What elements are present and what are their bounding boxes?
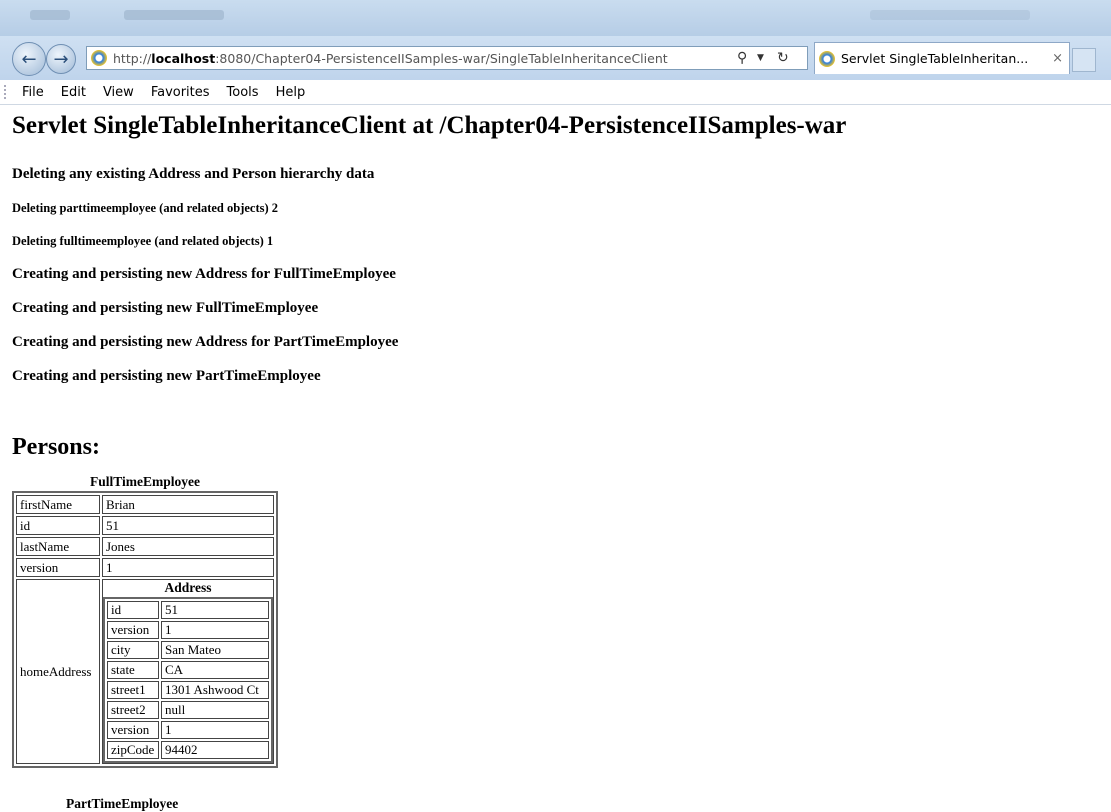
key-cell: firstName	[16, 495, 100, 514]
page-title: Servlet SingleTableInheritanceClient at …	[12, 112, 847, 139]
back-button[interactable]: ←	[12, 42, 46, 76]
part-time-employee-caption: PartTimeEmployee	[66, 796, 179, 811]
address-bar[interactable]: http://localhost:8080/Chapter04-Persiste…	[86, 46, 808, 70]
value-cell: null	[161, 701, 269, 719]
menu-help[interactable]: Help	[274, 85, 308, 100]
key-cell: state	[107, 661, 159, 679]
table-row: state CA	[107, 661, 269, 679]
log-message: Deleting any existing Address and Person…	[12, 166, 375, 182]
table-row: id 51	[16, 516, 274, 535]
key-cell: id	[107, 601, 159, 619]
table-row: id 51	[107, 601, 269, 619]
close-icon[interactable]: ×	[1046, 51, 1069, 66]
window-title	[124, 10, 224, 20]
tab-title: Servlet SingleTableInheritan...	[841, 51, 1029, 66]
browser-tab[interactable]: Servlet SingleTableInheritan... ×	[814, 42, 1070, 74]
forward-arrow-icon: →	[53, 48, 69, 70]
navigation-bar: ← → http://localhost:8080/Chapter04-Pers…	[0, 36, 1111, 80]
url-host: localhost	[151, 50, 216, 66]
key-cell: street2	[107, 701, 159, 719]
table-row: firstName Brian	[16, 495, 274, 514]
value-cell: San Mateo	[161, 641, 269, 659]
key-cell: homeAddress	[16, 579, 100, 764]
window-title-bar	[0, 0, 1111, 36]
value-cell: 51	[102, 516, 274, 535]
value-cell: 1301 Ashwood Ct	[161, 681, 269, 699]
table-row: homeAddress Address id 51 version 1 city Sa…	[16, 579, 274, 764]
refresh-icon[interactable]: ↻	[777, 47, 789, 69]
key-cell: city	[107, 641, 159, 659]
value-cell: 51	[161, 601, 269, 619]
menu-edit[interactable]: Edit	[59, 85, 88, 100]
key-cell: version	[16, 558, 100, 577]
persons-heading: Persons:	[12, 434, 100, 460]
key-cell: id	[16, 516, 100, 535]
log-message: Creating and persisting new FullTimeEmpl…	[12, 300, 319, 316]
log-message: Deleting parttimeemployee (and related o…	[12, 201, 279, 215]
table-caption: Address	[164, 580, 212, 595]
value-cell: Brian	[102, 495, 274, 514]
key-cell: version	[107, 621, 159, 639]
search-icon[interactable]: ⚲	[737, 47, 747, 69]
new-tab-button[interactable]	[1072, 48, 1096, 72]
chevron-down-icon[interactable]: ▼	[757, 47, 764, 69]
menu-view[interactable]: View	[101, 85, 136, 100]
url-prefix: http://	[113, 50, 152, 66]
full-time-employee-table: FullTimeEmployee firstName Brian id 51 l…	[12, 474, 278, 768]
value-cell: 1	[161, 721, 269, 739]
address-table: Address id 51 version 1 city San Mateo stat…	[103, 580, 273, 763]
table-row: city San Mateo	[107, 641, 269, 659]
table-caption: FullTimeEmployee	[90, 474, 200, 489]
table-row: lastName Jones	[16, 537, 274, 556]
table-row: street2 null	[107, 701, 269, 719]
log-message: Creating and persisting new PartTimeEmpl…	[12, 368, 321, 384]
nested-address-cell: Address id 51 version 1 city San Mateo stat…	[102, 579, 274, 764]
key-cell: version	[107, 721, 159, 739]
table-row: street1 1301 Ashwood Ct	[107, 681, 269, 699]
table-row: version 1	[107, 721, 269, 739]
menu-favorites[interactable]: Favorites	[149, 85, 212, 100]
table-row: zipCode 94402	[107, 741, 269, 759]
value-cell: 94402	[161, 741, 269, 759]
tab-ie-icon	[819, 50, 835, 67]
menu-tools[interactable]: Tools	[225, 85, 261, 100]
value-cell: Jones	[102, 537, 274, 556]
quick-access-icons	[30, 10, 70, 20]
log-message: Creating and persisting new Address for …	[12, 334, 399, 350]
value-cell: 1	[161, 621, 269, 639]
table-row: version 1	[107, 621, 269, 639]
menu-bar: File Edit View Favorites Tools Help	[0, 80, 1111, 105]
value-cell: CA	[161, 661, 269, 679]
back-arrow-icon: ←	[21, 48, 37, 70]
title-bar-text	[870, 10, 1030, 20]
url-text[interactable]: http://localhost:8080/Chapter04-Persiste…	[113, 51, 668, 66]
log-message: Creating and persisting new Address for …	[12, 266, 396, 282]
forward-button[interactable]: →	[46, 44, 76, 74]
value-cell: 1	[102, 558, 274, 577]
key-cell: lastName	[16, 537, 100, 556]
key-cell: street1	[107, 681, 159, 699]
menu-grip-icon	[4, 85, 12, 99]
log-message: Deleting fulltimeemployee (and related o…	[12, 234, 274, 248]
menu-file[interactable]: File	[20, 85, 46, 100]
key-cell: zipCode	[107, 741, 159, 759]
ie-page-icon	[91, 50, 107, 66]
url-path: :8080/Chapter04-PersistenceIISamples-war…	[215, 50, 668, 66]
table-row: version 1	[16, 558, 274, 577]
